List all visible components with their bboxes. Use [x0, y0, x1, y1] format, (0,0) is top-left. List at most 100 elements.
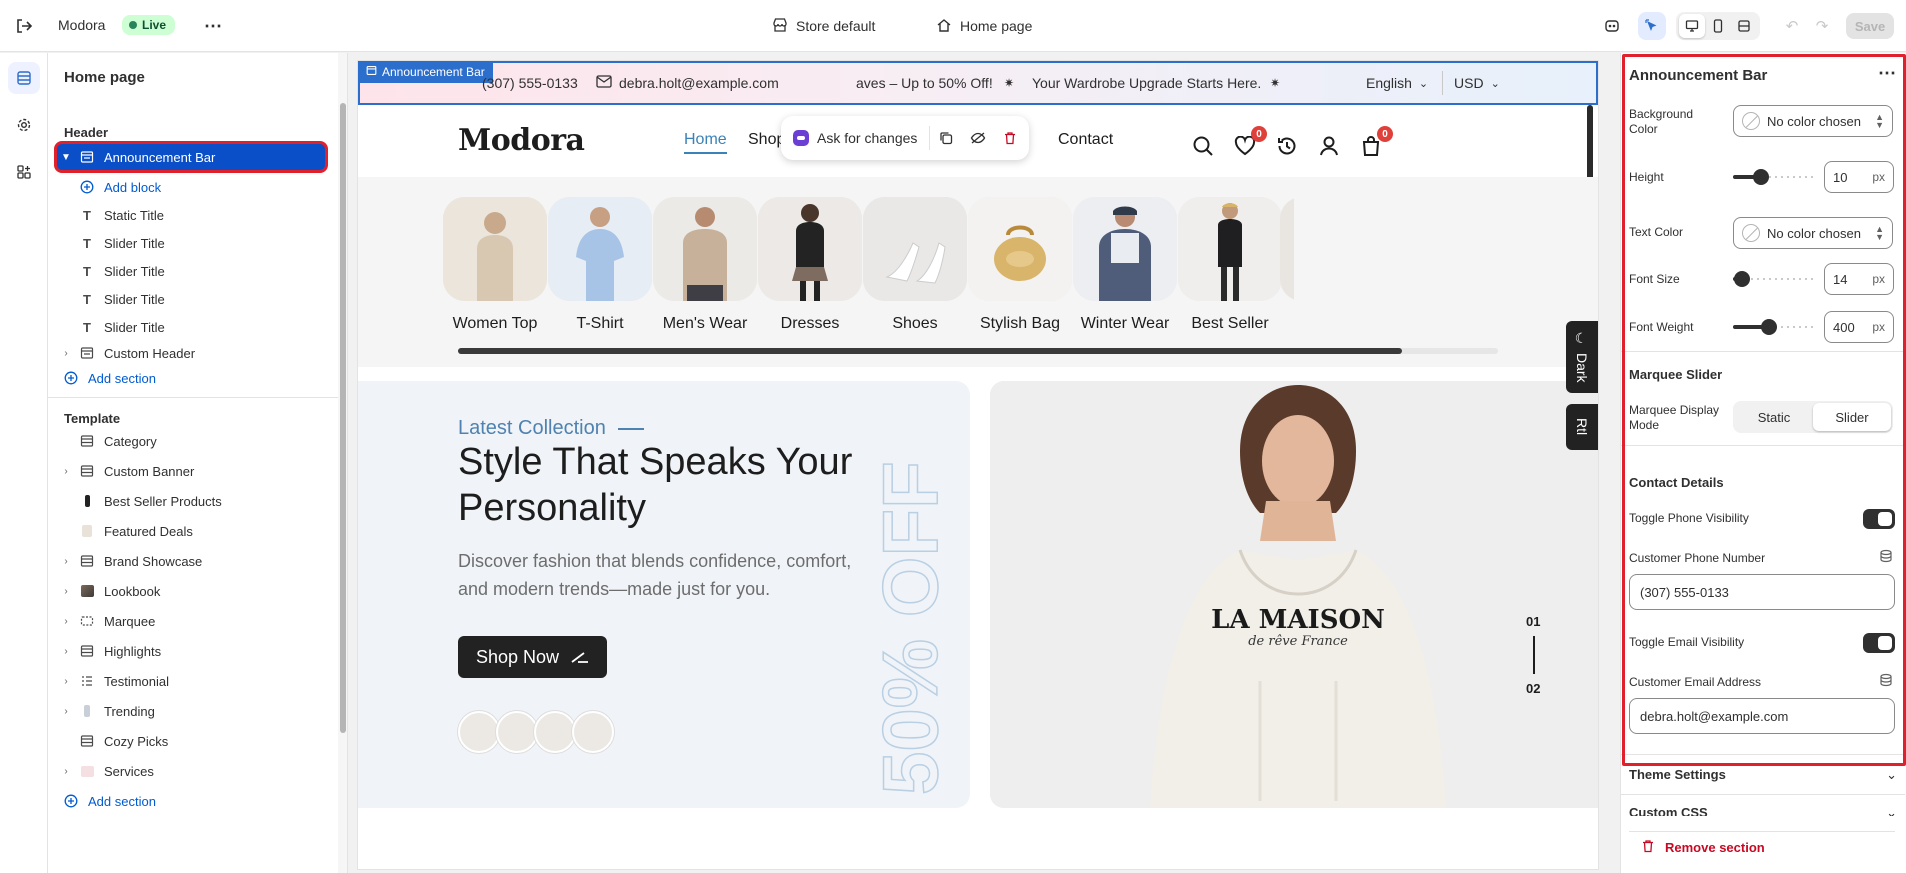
- chevron-right-icon[interactable]: ›: [56, 646, 76, 657]
- rtl-tab[interactable]: Rtl: [1566, 404, 1598, 450]
- tree-item-slider-title[interactable]: T Slider Title: [76, 313, 346, 341]
- tree-item-cozy-picks[interactable]: Cozy Picks: [76, 727, 346, 755]
- theme-settings-accordion[interactable]: Theme Settings ⌄: [1621, 754, 1905, 794]
- category-card[interactable]: Best Seller: [1175, 197, 1285, 333]
- inspector-icon[interactable]: [1638, 12, 1666, 40]
- email-address-input[interactable]: debra.holt@example.com: [1629, 698, 1895, 734]
- tree-item-slider-title[interactable]: T Slider Title: [76, 285, 346, 313]
- page-selector-button[interactable]: Home page: [936, 13, 1032, 39]
- history-icon[interactable]: [1274, 133, 1300, 159]
- chevron-down-icon[interactable]: ▼: [56, 152, 76, 163]
- category-card[interactable]: Winter Wear: [1070, 197, 1180, 333]
- more-actions-icon[interactable]: ⋯: [1875, 63, 1899, 83]
- fullscreen-icon[interactable]: [1731, 14, 1757, 38]
- store-logo[interactable]: Modora: [458, 123, 585, 158]
- tree-item-custom-header[interactable]: › Custom Header: [56, 339, 326, 367]
- text-color-picker[interactable]: No color chosen ▲ ▼: [1733, 217, 1893, 249]
- tree-item-announcement-bar[interactable]: ▼ Announcement Bar: [54, 141, 328, 173]
- category-scroll-thumb[interactable]: [458, 348, 1402, 354]
- currency-selector[interactable]: USD ⌄: [1454, 63, 1500, 103]
- font-weight-slider[interactable]: [1733, 317, 1815, 337]
- tree-item-marquee[interactable]: › Marquee: [56, 607, 326, 635]
- category-card[interactable]: Women Top: [440, 197, 550, 333]
- hero-thumbnail[interactable]: [458, 711, 500, 753]
- tree-item-testimonial[interactable]: › Testimonial: [56, 667, 326, 695]
- chevron-right-icon[interactable]: ›: [56, 676, 76, 687]
- font-weight-input[interactable]: 400 px: [1824, 311, 1894, 343]
- background-color-picker[interactable]: No color chosen ▲ ▼: [1733, 105, 1893, 137]
- custom-css-accordion[interactable]: Custom CSS ⌄: [1621, 794, 1905, 816]
- remove-section-button[interactable]: Remove section: [1629, 831, 1895, 863]
- phone-visibility-toggle[interactable]: [1863, 509, 1895, 529]
- add-section-header-button[interactable]: Add section: [60, 364, 330, 392]
- add-block-button[interactable]: Add block: [76, 173, 346, 201]
- slider-knob[interactable]: [1734, 271, 1751, 287]
- tree-scrollbar-thumb[interactable]: [340, 103, 346, 733]
- chevron-right-icon[interactable]: ›: [56, 586, 76, 597]
- more-actions-icon[interactable]: ⋯: [200, 14, 226, 38]
- nav-link-home[interactable]: Home: [684, 131, 727, 154]
- announcement-phone[interactable]: (307) 555-0133: [482, 63, 578, 103]
- tree-item-services[interactable]: › Services: [56, 757, 326, 785]
- height-input[interactable]: 10 px: [1824, 161, 1894, 193]
- desktop-icon[interactable]: [1679, 14, 1705, 38]
- announcement-bar-preview[interactable]: Announcement Bar (307) 555-0133 debra.ho…: [358, 61, 1598, 105]
- hide-eye-icon[interactable]: [962, 131, 994, 145]
- mobile-icon[interactable]: [1705, 14, 1731, 38]
- nav-link-contact[interactable]: Contact: [1058, 131, 1113, 149]
- redo-icon[interactable]: ↷: [1810, 14, 1834, 38]
- tree-item-featured-deals[interactable]: Featured Deals: [76, 517, 346, 545]
- category-card[interactable]: Dresses: [755, 197, 865, 333]
- slider-knob[interactable]: [1761, 319, 1778, 335]
- undo-icon[interactable]: ↶: [1780, 14, 1804, 38]
- email-visibility-toggle[interactable]: [1863, 633, 1895, 653]
- save-button[interactable]: Save: [1846, 13, 1894, 39]
- delete-trash-icon[interactable]: [994, 131, 1026, 145]
- cart-icon[interactable]: 0: [1358, 126, 1393, 159]
- theme-selector-button[interactable]: Store default: [772, 13, 875, 39]
- font-size-input[interactable]: 14 px: [1824, 263, 1894, 295]
- phone-number-input[interactable]: (307) 555-0133: [1629, 574, 1895, 610]
- tree-item-slider-title[interactable]: T Slider Title: [76, 257, 346, 285]
- dynamic-source-icon[interactable]: [1879, 549, 1893, 566]
- tree-item-custom-banner[interactable]: › Custom Banner: [56, 457, 326, 485]
- slide-current-number[interactable]: 01: [1526, 614, 1540, 629]
- category-scroll-track[interactable]: [458, 348, 1498, 354]
- hero-thumbnail[interactable]: [496, 711, 538, 753]
- marquee-mode-slider[interactable]: Slider: [1813, 403, 1891, 431]
- category-card[interactable]: T-Shirt: [545, 197, 655, 333]
- wishlist-heart-icon[interactable]: 0: [1232, 126, 1267, 159]
- chevron-right-icon[interactable]: ›: [56, 616, 76, 627]
- sections-icon[interactable]: [8, 62, 40, 94]
- tree-item-category[interactable]: Category: [76, 427, 346, 455]
- tree-item-highlights[interactable]: › Highlights: [56, 637, 326, 665]
- ask-for-changes-button[interactable]: Ask for changes: [781, 122, 929, 154]
- theme-editor-icon[interactable]: [1600, 14, 1624, 38]
- account-icon[interactable]: [1316, 133, 1342, 159]
- tree-item-slider-title[interactable]: T Slider Title: [76, 229, 346, 257]
- tree-item-lookbook[interactable]: › Lookbook: [56, 577, 326, 605]
- chevron-right-icon[interactable]: ›: [56, 556, 76, 567]
- add-section-template-button[interactable]: Add section: [60, 787, 330, 815]
- chevron-right-icon[interactable]: ›: [56, 706, 76, 717]
- chevron-right-icon[interactable]: ›: [56, 766, 76, 777]
- exit-icon[interactable]: [12, 14, 36, 38]
- category-card[interactable]: Stylish Bag: [965, 197, 1075, 333]
- language-selector[interactable]: English ⌄: [1366, 63, 1428, 103]
- settings-gear-icon[interactable]: [8, 109, 40, 141]
- category-card[interactable]: Shoes: [860, 197, 970, 333]
- tree-item-best-seller-products[interactable]: Best Seller Products: [76, 487, 346, 515]
- marquee-mode-static[interactable]: Static: [1735, 403, 1813, 431]
- search-icon[interactable]: [1190, 133, 1216, 159]
- dynamic-source-icon[interactable]: [1879, 673, 1893, 690]
- font-size-slider[interactable]: [1733, 269, 1815, 289]
- tree-item-trending[interactable]: › Trending: [56, 697, 326, 725]
- chevron-right-icon[interactable]: ›: [56, 348, 76, 359]
- apps-icon[interactable]: [8, 156, 40, 188]
- height-slider[interactable]: [1733, 167, 1815, 187]
- slide-next-number[interactable]: 02: [1526, 681, 1540, 696]
- announcement-email[interactable]: debra.holt@example.com: [596, 63, 779, 103]
- slider-knob[interactable]: [1752, 169, 1769, 185]
- shop-now-button[interactable]: Shop Now: [458, 636, 608, 678]
- category-card[interactable]: Men's Wear: [650, 197, 760, 333]
